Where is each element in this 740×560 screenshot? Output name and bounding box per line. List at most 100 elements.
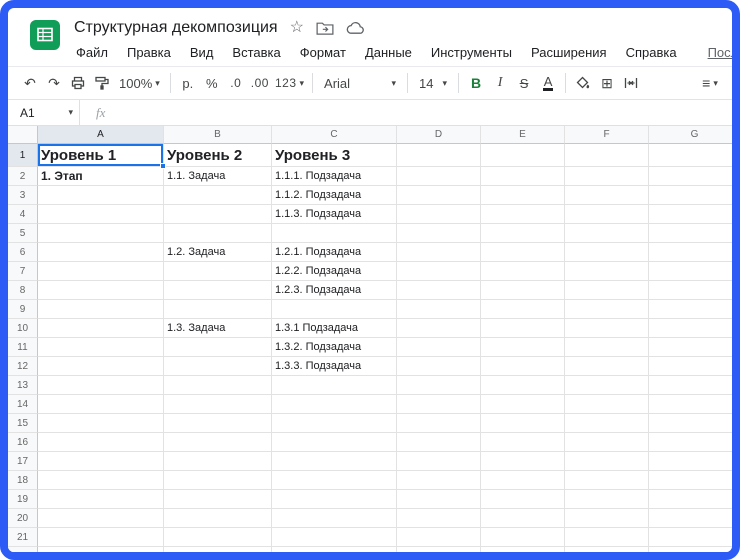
row-header-15[interactable]: 15 [8,414,38,433]
cell-B6[interactable]: 1.2. Задача [164,243,272,262]
cell-D22[interactable] [397,547,481,552]
increase-decimal-button[interactable]: .00 [248,71,272,95]
cell-C10[interactable]: 1.3.1 Подзадача [272,319,397,338]
cell-B15[interactable] [164,414,272,433]
cell-F18[interactable] [565,471,649,490]
cell-A4[interactable] [38,205,164,224]
currency-format-button[interactable]: р. [176,71,200,95]
cell-F6[interactable] [565,243,649,262]
cell-G4[interactable] [649,205,732,224]
cell-G20[interactable] [649,509,732,528]
cell-F22[interactable] [565,547,649,552]
cell-A9[interactable] [38,300,164,319]
cell-D9[interactable] [397,300,481,319]
cell-F10[interactable] [565,319,649,338]
cell-F15[interactable] [565,414,649,433]
cell-D2[interactable] [397,167,481,186]
cell-G9[interactable] [649,300,732,319]
cell-A15[interactable] [38,414,164,433]
cell-A13[interactable] [38,376,164,395]
column-header-F[interactable]: F [565,126,649,144]
cell-C9[interactable] [272,300,397,319]
fill-handle[interactable] [160,163,166,169]
cell-G5[interactable] [649,224,732,243]
cell-G1[interactable] [649,144,732,167]
cell-B5[interactable] [164,224,272,243]
cell-D4[interactable] [397,205,481,224]
cell-G12[interactable] [649,357,732,376]
cell-D17[interactable] [397,452,481,471]
bold-button[interactable]: B [464,71,488,95]
cell-B11[interactable] [164,338,272,357]
cell-F2[interactable] [565,167,649,186]
cell-E20[interactable] [481,509,565,528]
row-header-11[interactable]: 11 [8,338,38,357]
cell-E3[interactable] [481,186,565,205]
cell-G15[interactable] [649,414,732,433]
cell-B21[interactable] [164,528,272,547]
cell-E9[interactable] [481,300,565,319]
cell-C2[interactable]: 1.1.1. Подзадача [272,167,397,186]
cell-A5[interactable] [38,224,164,243]
cell-G3[interactable] [649,186,732,205]
cell-A21[interactable] [38,528,164,547]
cell-C20[interactable] [272,509,397,528]
cell-C6[interactable]: 1.2.1. Подзадача [272,243,397,262]
cell-C1[interactable]: Уровень 3 [272,144,397,167]
cell-G14[interactable] [649,395,732,414]
select-all-corner[interactable] [8,126,38,144]
cell-F17[interactable] [565,452,649,471]
cell-C3[interactable]: 1.1.2. Подзадача [272,186,397,205]
column-header-D[interactable]: D [397,126,481,144]
cell-A22[interactable] [38,547,164,552]
text-color-button[interactable]: A [536,71,560,95]
redo-button[interactable]: ↷ [42,71,66,95]
row-header-17[interactable]: 17 [8,452,38,471]
menu-tools[interactable]: Инструменты [429,43,514,62]
star-icon[interactable]: ☆ [290,20,304,36]
column-header-C[interactable]: C [272,126,397,144]
cell-F9[interactable] [565,300,649,319]
row-header-3[interactable]: 3 [8,186,38,205]
cell-E14[interactable] [481,395,565,414]
cell-G7[interactable] [649,262,732,281]
row-header-8[interactable]: 8 [8,281,38,300]
column-header-E[interactable]: E [481,126,565,144]
cell-E13[interactable] [481,376,565,395]
cell-A1[interactable]: Уровень 1 [38,144,164,167]
cell-F7[interactable] [565,262,649,281]
strikethrough-button[interactable]: S [512,71,536,95]
menu-help[interactable]: Справка [624,43,679,62]
sheets-logo-icon[interactable] [30,20,60,50]
cell-D5[interactable] [397,224,481,243]
cell-G13[interactable] [649,376,732,395]
cell-B17[interactable] [164,452,272,471]
cell-B8[interactable] [164,281,272,300]
cell-A7[interactable] [38,262,164,281]
cell-C7[interactable]: 1.2.2. Подзадача [272,262,397,281]
row-header-19[interactable]: 19 [8,490,38,509]
cell-D13[interactable] [397,376,481,395]
column-header-G[interactable]: G [649,126,732,144]
document-title[interactable]: Структурная декомпозиция [74,19,278,37]
cell-F20[interactable] [565,509,649,528]
cell-E21[interactable] [481,528,565,547]
cell-A16[interactable] [38,433,164,452]
number-format-button[interactable]: 123 ▾ [272,71,307,95]
row-header-20[interactable]: 20 [8,509,38,528]
cell-D18[interactable] [397,471,481,490]
last-edit-link[interactable]: Последнее изменение [708,45,732,60]
menu-file[interactable]: Файл [74,43,110,62]
cell-D6[interactable] [397,243,481,262]
cell-D3[interactable] [397,186,481,205]
cell-D20[interactable] [397,509,481,528]
cell-B1[interactable]: Уровень 2 [164,144,272,167]
row-header-10[interactable]: 10 [8,319,38,338]
menu-extensions[interactable]: Расширения [529,43,609,62]
cell-B9[interactable] [164,300,272,319]
cell-F21[interactable] [565,528,649,547]
cell-E17[interactable] [481,452,565,471]
row-header-5[interactable]: 5 [8,224,38,243]
font-select[interactable]: Arial ▾ [318,71,402,95]
cell-C19[interactable] [272,490,397,509]
